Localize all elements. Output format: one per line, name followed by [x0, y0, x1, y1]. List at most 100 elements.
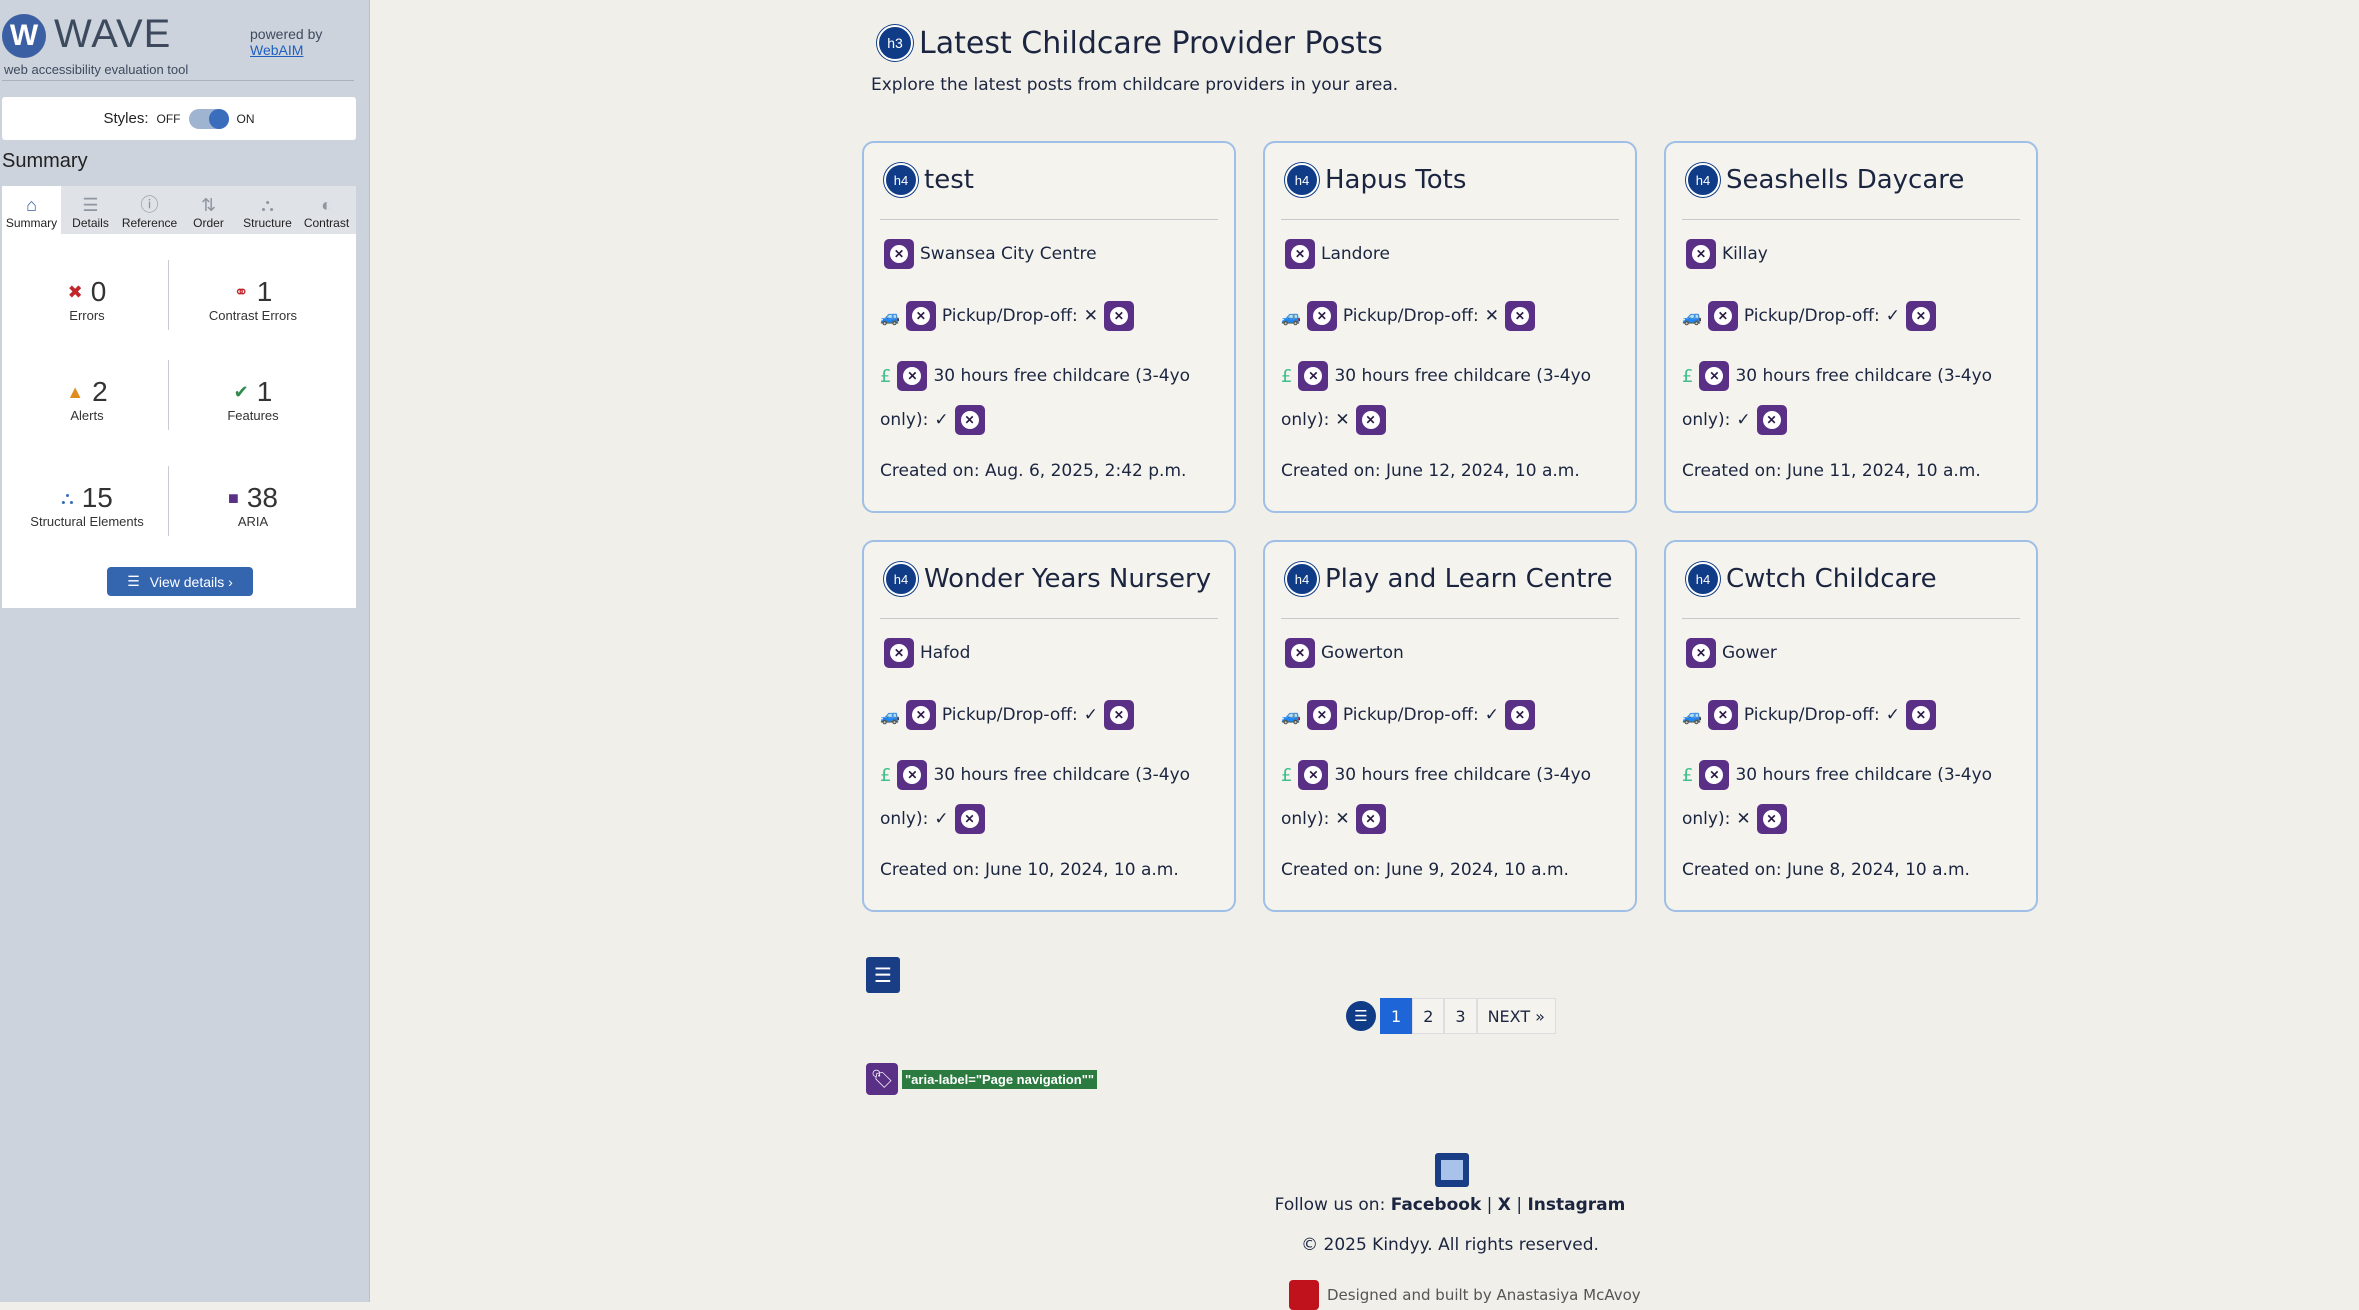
h3-badge-icon[interactable]: h3	[877, 25, 913, 61]
aria-hidden-icon[interactable]: ✕	[1905, 700, 1936, 730]
provider-card[interactable]: h4 Play and Learn Centre ✕ Gowerton 🚙 ✕ …	[1263, 540, 1637, 912]
aria-hidden-icon[interactable]: ✕	[1905, 301, 1936, 331]
provider-card[interactable]: h4 Wonder Years Nursery ✕ Hafod 🚙 ✕ Pick…	[862, 540, 1236, 912]
card-divider	[880, 219, 1218, 220]
aria-hidden-icon[interactable]: ✕	[884, 638, 914, 668]
footer-structure-icon[interactable]	[1435, 1153, 1469, 1187]
tag-icon[interactable]: 🏷	[866, 1063, 898, 1095]
aria-hidden-icon[interactable]: ✕	[1355, 405, 1386, 435]
aria-hidden-icon[interactable]: ✕	[1103, 700, 1134, 730]
card-pickup: 🚙 ✕ Pickup/Drop-off: ✕ ✕	[1281, 301, 1535, 331]
tab-contrast[interactable]: ◐ Contrast	[297, 186, 356, 234]
aria-hidden-icon[interactable]: ✕	[1298, 760, 1329, 790]
hours-value: ✓	[1736, 410, 1751, 430]
aria-hidden-icon[interactable]: ✕	[1306, 301, 1337, 331]
stat-aria[interactable]: ■ 38 ARIA	[168, 482, 338, 529]
pickup-label: Pickup/Drop-off:	[941, 306, 1078, 326]
hours-value: ✕	[1736, 809, 1751, 829]
tab-details[interactable]: ☰ Details	[61, 186, 120, 234]
stat-errors[interactable]: ✖ 0 Errors	[2, 276, 172, 323]
pickup-label: Pickup/Drop-off:	[1342, 306, 1479, 326]
card-divider	[880, 618, 1218, 619]
card-location: ✕ Landore	[1285, 239, 1390, 269]
aria-hidden-icon[interactable]: ✕	[1285, 239, 1315, 269]
stat-alerts[interactable]: ▲ 2 Alerts	[2, 376, 172, 423]
provider-card[interactable]: h4 Hapus Tots ✕ Landore 🚙 ✕ Pickup/Drop-…	[1263, 141, 1637, 513]
facebook-link[interactable]: Facebook	[1391, 1195, 1482, 1215]
tab-label: Reference	[121, 216, 178, 230]
stat-structural[interactable]: ⛬ 15 Structural Elements	[2, 482, 172, 529]
contrast-error-icon[interactable]	[1289, 1280, 1319, 1310]
alerts-count: 2	[92, 376, 108, 407]
h4-badge-icon[interactable]: h4	[1686, 163, 1720, 197]
aria-hidden-icon[interactable]: ✕	[1707, 301, 1738, 331]
aria-hidden-icon[interactable]: ✕	[954, 804, 985, 834]
page-link-2[interactable]: 2	[1412, 998, 1445, 1034]
list-structure-icon[interactable]: ☰	[866, 957, 900, 993]
card-divider	[1682, 219, 2020, 220]
stat-features[interactable]: ✔ 1 Features	[168, 376, 338, 423]
x-link[interactable]: X	[1498, 1195, 1511, 1215]
view-details-button[interactable]: ☰ View details ›	[107, 567, 253, 596]
stat-contrast-errors[interactable]: ⚭ 1 Contrast Errors	[168, 276, 338, 323]
next-page-link[interactable]: NEXT »	[1476, 998, 1556, 1034]
tab-label: Details	[72, 216, 109, 230]
aria-hidden-icon[interactable]: ✕	[905, 301, 936, 331]
card-location: ✕ Swansea City Centre	[884, 239, 1097, 269]
list-icon[interactable]: ☰	[1346, 1001, 1376, 1031]
h4-badge-icon[interactable]: h4	[1686, 562, 1720, 596]
card-hours: £ ✕ 30 hours free childcare (3-4yo	[1281, 361, 1591, 391]
page-link-3[interactable]: 3	[1444, 998, 1477, 1034]
tab-order[interactable]: ⇅ Order	[179, 186, 238, 234]
instagram-link[interactable]: Instagram	[1527, 1195, 1625, 1215]
aria-hidden-icon[interactable]: ✕	[1504, 700, 1535, 730]
card-title: h4 Wonder Years Nursery	[884, 562, 1211, 596]
structural-label: Structural Elements	[30, 514, 144, 529]
aria-hidden-icon[interactable]: ✕	[1756, 804, 1787, 834]
aria-hidden-icon[interactable]: ✕	[1699, 361, 1730, 391]
location-text: Killay	[1722, 244, 1768, 264]
h4-badge-icon[interactable]: h4	[884, 562, 918, 596]
provider-card[interactable]: h4 Seashells Daycare ✕ Killay 🚙 ✕ Pickup…	[1664, 141, 2038, 513]
contrast-errors-label: Contrast Errors	[208, 308, 298, 323]
list-icon: ☰	[82, 195, 99, 215]
feature-icon: ✔	[233, 381, 249, 402]
provider-card[interactable]: h4 test ✕ Swansea City Centre 🚙 ✕ Pickup…	[862, 141, 1236, 513]
provider-card[interactable]: h4 Cwtch Childcare ✕ Gower 🚙 ✕ Pickup/Dr…	[1664, 540, 2038, 912]
only-label: only):	[1682, 809, 1731, 829]
wave-sidebar: W WAVE web accessibility evaluation tool…	[0, 0, 370, 1302]
aria-hidden-icon[interactable]: ✕	[897, 760, 928, 790]
car-icon: 🚙	[1281, 306, 1301, 326]
aria-hidden-icon[interactable]: ✕	[954, 405, 985, 435]
aria-hidden-icon[interactable]: ✕	[1504, 301, 1535, 331]
aria-hidden-icon[interactable]: ✕	[905, 700, 936, 730]
aria-hidden-icon[interactable]: ✕	[897, 361, 928, 391]
info-icon: ⓘ	[140, 195, 159, 215]
pickup-value: ✓	[1484, 705, 1499, 725]
aria-hidden-icon[interactable]: ✕	[1355, 804, 1386, 834]
aria-hidden-icon[interactable]: ✕	[1756, 405, 1787, 435]
aria-hidden-icon[interactable]: ✕	[1285, 638, 1315, 668]
tab-reference[interactable]: ⓘ Reference	[120, 186, 179, 234]
location-text: Landore	[1321, 244, 1390, 264]
h4-badge-icon[interactable]: h4	[1285, 562, 1319, 596]
tab-summary[interactable]: ⌂ Summary	[2, 186, 61, 234]
tab-structure[interactable]: ⛬ Structure	[238, 186, 297, 234]
aria-hidden-icon[interactable]: ✕	[884, 239, 914, 269]
aria-hidden-icon[interactable]: ✕	[1707, 700, 1738, 730]
aria-hidden-icon[interactable]: ✕	[1686, 638, 1716, 668]
aria-hidden-icon[interactable]: ✕	[1686, 239, 1716, 269]
aria-hidden-icon[interactable]: ✕	[1103, 301, 1134, 331]
h4-badge-icon[interactable]: h4	[884, 163, 918, 197]
aria-hidden-icon[interactable]: ✕	[1699, 760, 1730, 790]
structure-icon: ⛬	[261, 195, 274, 215]
webaim-link[interactable]: WebAIM	[250, 42, 322, 58]
aria-hidden-icon[interactable]: ✕	[1298, 361, 1329, 391]
designed-text: Designed and built by Anastasiya McAvoy	[1327, 1286, 1641, 1304]
aria-hidden-icon[interactable]: ✕	[1306, 700, 1337, 730]
separator: |	[1516, 1195, 1523, 1215]
pickup-value: ✕	[1484, 306, 1499, 326]
styles-toggle[interactable]	[188, 108, 229, 129]
h4-badge-icon[interactable]: h4	[1285, 163, 1319, 197]
page-link-1[interactable]: 1	[1380, 998, 1413, 1034]
